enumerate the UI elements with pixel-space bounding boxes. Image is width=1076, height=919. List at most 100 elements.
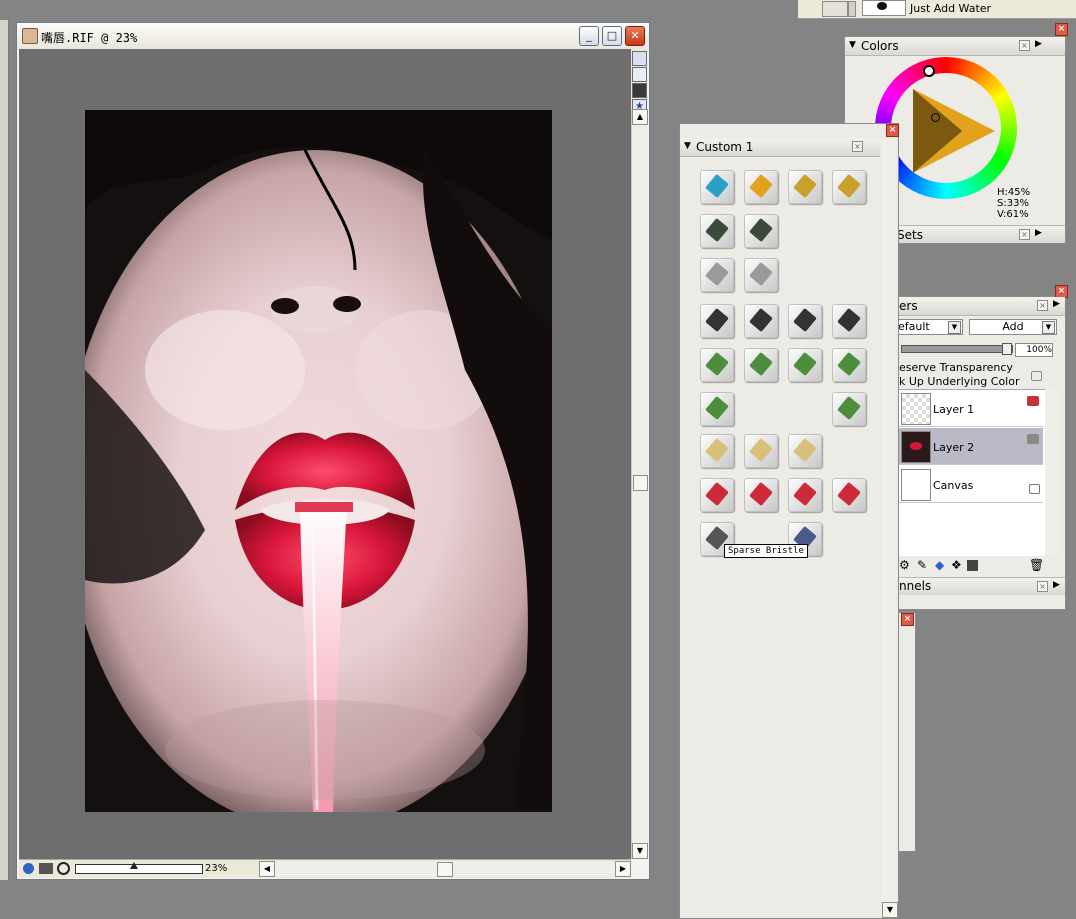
colors-menu-icon[interactable]: ▶ <box>1035 39 1042 49</box>
palette-close-icon[interactable]: × <box>1055 23 1068 36</box>
saturation-value: S:33% <box>997 198 1029 209</box>
collapsed-palette-close-icon[interactable]: × <box>901 613 914 626</box>
collapse-triangle-icon[interactable]: ▼ <box>684 141 691 151</box>
channels-close-icon[interactable]: × <box>1037 581 1048 592</box>
sets-menu-icon[interactable]: ▶ <box>1035 228 1042 238</box>
colors-header[interactable]: ▼ Colors × ▶ <box>845 37 1065 56</box>
group-icon[interactable]: ❖ <box>951 558 962 572</box>
camera-icon[interactable] <box>788 304 822 338</box>
trash-icon[interactable]: 🗑 <box>1029 558 1044 572</box>
brush-selector-button[interactable] <box>822 1 848 17</box>
sharpener-icon[interactable] <box>744 214 778 248</box>
tracing-paper-icon[interactable] <box>632 83 647 98</box>
paint-cup-icon[interactable] <box>700 348 734 382</box>
custom-header[interactable]: ▼ Custom 1 × <box>680 138 880 157</box>
vertical-scrollbar[interactable]: ▲ ▼ <box>631 109 648 859</box>
custom-scrollbar[interactable]: ▼ <box>882 138 898 918</box>
mask-icon[interactable]: ◆ <box>935 558 944 572</box>
new-layer-icon[interactable]: ✎ <box>917 558 927 572</box>
document-titlebar[interactable]: 嘴唇.RIF @ 23% _ □ ✕ <box>17 23 649 49</box>
camera-icon[interactable] <box>832 304 866 338</box>
artwork-painting[interactable] <box>85 110 552 812</box>
camera-icon[interactable] <box>744 304 778 338</box>
color-sets-title: Sets <box>897 228 923 242</box>
layer-stack-icon <box>1027 434 1039 444</box>
layer-row-layer-1[interactable]: Layer 1 <box>897 390 1043 427</box>
scroll-down-icon[interactable]: ▼ <box>882 902 898 918</box>
opacity-field[interactable]: 100% <box>1015 343 1053 357</box>
paint-cup-icon[interactable] <box>788 348 822 382</box>
chevron-down-icon[interactable]: ▼ <box>1042 321 1055 334</box>
brush-dropdown-arrow[interactable] <box>848 1 856 17</box>
eraser-pencil-icon[interactable] <box>832 170 866 204</box>
paint-cup-icon[interactable] <box>832 392 866 426</box>
zoom-slider-thumb[interactable] <box>130 862 138 869</box>
colored-pencil-icon[interactable] <box>700 170 734 204</box>
flat-brush-icon[interactable] <box>744 434 778 468</box>
chevron-down-icon[interactable]: ▼ <box>948 321 961 334</box>
collapse-triangle-icon[interactable]: ▼ <box>849 40 856 50</box>
paint-cup-icon[interactable] <box>744 348 778 382</box>
new-mask-icon[interactable] <box>967 560 978 571</box>
canvas-area[interactable] <box>19 49 631 859</box>
layer-row-layer-2[interactable]: Layer 2 <box>897 428 1043 465</box>
brush-tooltip: Sparse Bristle <box>724 544 808 558</box>
hue-ring-handle[interactable] <box>923 65 935 77</box>
grid-icon[interactable] <box>632 67 647 82</box>
globe-icon[interactable] <box>23 863 34 874</box>
magnifier-icon[interactable] <box>57 862 70 875</box>
channels-menu-icon[interactable]: ▶ <box>1053 580 1060 590</box>
layers-close-icon[interactable]: × <box>1037 300 1048 311</box>
horizontal-scrollbar[interactable]: ◀ ▶ <box>259 861 631 877</box>
paint-cup-icon[interactable] <box>700 392 734 426</box>
eraser-pencil-icon[interactable] <box>788 170 822 204</box>
layers-header[interactable]: ers × ▶ <box>897 297 1065 316</box>
variant-label[interactable]: Just Add Water <box>910 2 991 15</box>
preserve-transparency-checkbox[interactable]: eserve Transparency <box>899 361 1013 374</box>
layer-name: Canvas <box>933 479 974 492</box>
sets-close-icon[interactable]: × <box>1019 229 1030 240</box>
minimize-button[interactable]: _ <box>579 26 599 46</box>
colors-close-icon[interactable]: × <box>1019 40 1030 51</box>
hscroll-thumb[interactable] <box>437 862 453 877</box>
tri-color-brush-icon[interactable] <box>832 478 866 512</box>
tri-color-brush-icon[interactable] <box>788 478 822 512</box>
custom-close-icon[interactable]: × <box>886 124 899 137</box>
scroll-thumb[interactable] <box>633 475 648 491</box>
tri-color-brush-icon[interactable] <box>700 478 734 512</box>
pick-up-color-checkbox[interactable]: k Up Underlying Color <box>899 375 1019 388</box>
layer-list[interactable]: Layer 1 Layer 2 Canvas <box>897 389 1045 556</box>
layer-view-icon[interactable] <box>632 51 647 66</box>
color-picker-handle[interactable] <box>931 113 940 122</box>
scroll-down-icon[interactable]: ▼ <box>632 843 648 859</box>
layer-list-scrollbar[interactable] <box>1045 389 1059 555</box>
blender-icon[interactable] <box>700 258 734 292</box>
opacity-slider[interactable] <box>901 343 1013 355</box>
composite-method-select[interactable]: efault ▼ <box>897 319 963 335</box>
zoom-slider[interactable] <box>75 862 203 874</box>
maximize-button[interactable]: □ <box>602 26 622 46</box>
paint-cup-icon[interactable] <box>832 348 866 382</box>
scroll-left-icon[interactable]: ◀ <box>259 861 275 877</box>
zoom-value: 23% <box>205 863 228 874</box>
layers-menu-icon[interactable]: ▶ <box>1053 299 1060 309</box>
composite-depth-select[interactable]: Add ▼ <box>969 319 1057 335</box>
flat-brush-icon[interactable] <box>700 434 734 468</box>
blender-icon[interactable] <box>744 258 778 292</box>
layer-stack-icon <box>1027 396 1039 406</box>
tri-color-brush-icon[interactable] <box>744 478 778 512</box>
dynamic-plugins-icon[interactable]: ⚙ <box>899 558 910 572</box>
lock-icon <box>1031 371 1042 381</box>
channels-header[interactable]: nnels × ▶ <box>897 577 1065 595</box>
layer-row-canvas[interactable]: Canvas <box>897 466 1043 503</box>
scroll-up-icon[interactable]: ▲ <box>632 109 648 125</box>
pencil-icon[interactable] <box>744 170 778 204</box>
scroll-right-icon[interactable]: ▶ <box>615 861 631 877</box>
sharpener-icon[interactable] <box>700 214 734 248</box>
close-button[interactable]: ✕ <box>625 26 645 46</box>
flat-brush-icon[interactable] <box>788 434 822 468</box>
grab-hand-icon[interactable] <box>39 863 53 874</box>
camera-icon[interactable] <box>700 304 734 338</box>
opacity-slider-thumb[interactable] <box>1002 343 1012 355</box>
custom-close-small-icon[interactable]: × <box>852 141 863 152</box>
